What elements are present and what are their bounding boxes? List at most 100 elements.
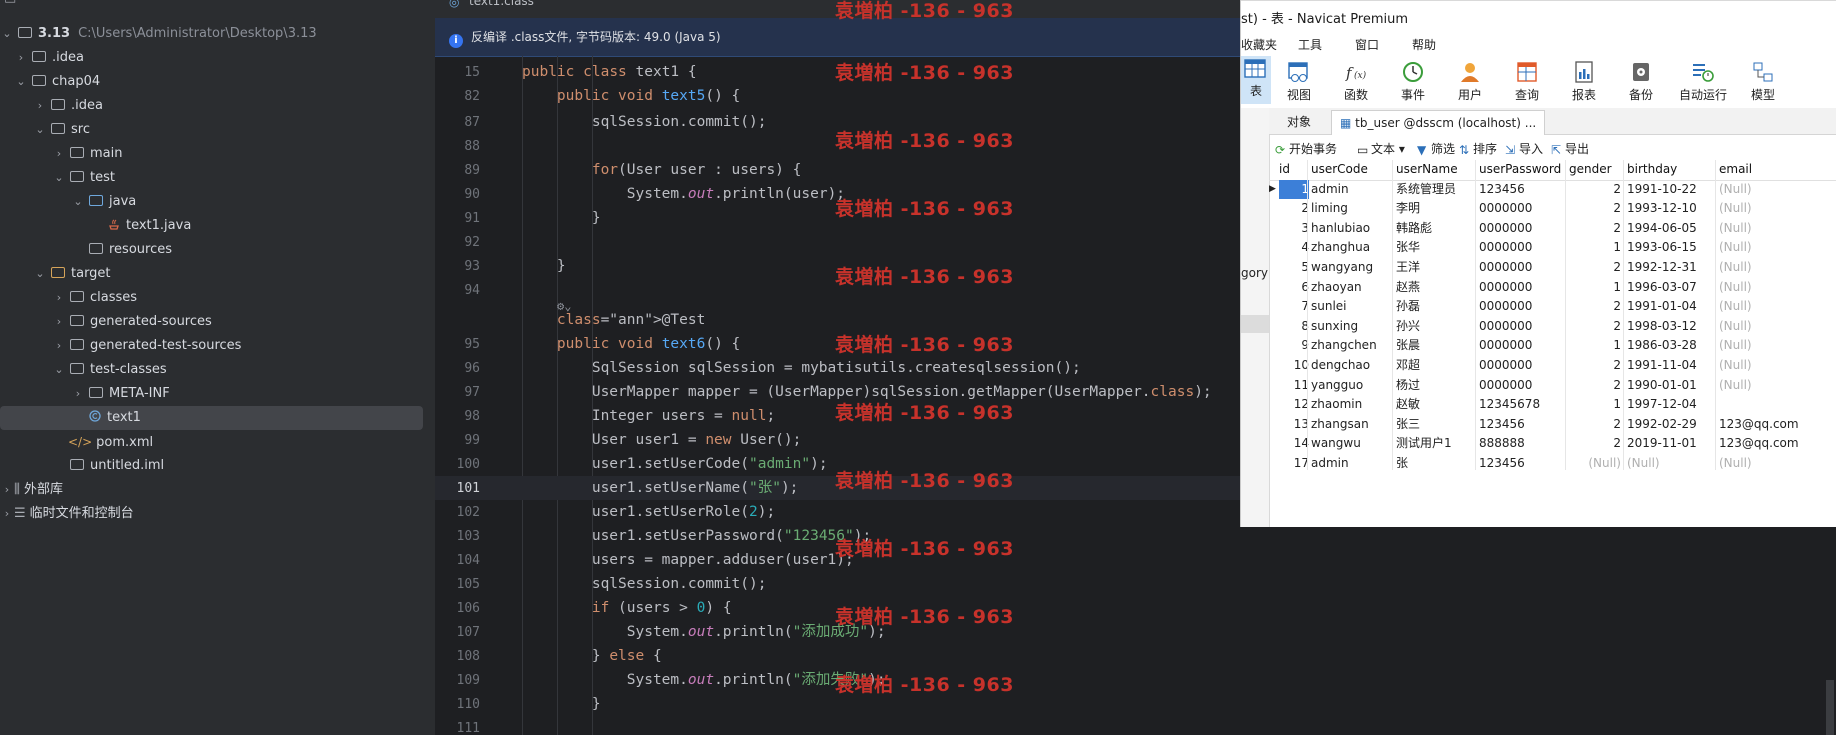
table-cell[interactable]: 6 <box>1279 278 1309 298</box>
chevron-right-icon[interactable]: › <box>0 502 14 526</box>
tree-item-classes[interactable]: › classes <box>0 286 435 310</box>
chevron-down-icon[interactable]: ⌄ <box>52 358 66 382</box>
table-cell[interactable]: hanlubiao <box>1311 219 1389 239</box>
tree-item-untitled-iml[interactable]: untitled.iml <box>0 454 435 478</box>
table-cell[interactable]: 0000000 <box>1479 376 1563 396</box>
chevron-down-icon[interactable]: ⌄ <box>33 262 47 286</box>
tree-item-text1-java[interactable]: text1.java <box>0 214 435 238</box>
table-cell[interactable]: 孙兴 <box>1396 317 1472 337</box>
table-cell[interactable]: 0000000 <box>1479 199 1563 219</box>
table-cell[interactable]: 张三 <box>1396 415 1472 435</box>
table-cell[interactable]: 赵燕 <box>1396 278 1472 298</box>
column-header[interactable]: id <box>1279 160 1309 180</box>
table-cell[interactable]: (Null) <box>1719 317 1825 337</box>
table-cell[interactable]: (Null) <box>1719 376 1825 396</box>
scrollbar[interactable] <box>1826 680 1834 735</box>
chevron-down-icon[interactable]: ⌄ <box>14 70 28 94</box>
toolbar-backup[interactable]: 备份 <box>1615 60 1667 103</box>
table-cell[interactable]: 1 <box>1279 179 1309 200</box>
menu-favorites[interactable]: 收藏夹 <box>1241 34 1277 56</box>
import-button[interactable]: ⇲ 导入 <box>1505 138 1543 160</box>
table-cell[interactable]: 张晨 <box>1396 336 1472 356</box>
column-header[interactable]: gender <box>1569 160 1625 180</box>
table-cell[interactable]: 1992-02-29 <box>1627 415 1711 435</box>
chevron-right-icon[interactable]: › <box>52 286 66 310</box>
table-cell[interactable]: 孙磊 <box>1396 297 1472 317</box>
table-cell[interactable]: sunxing <box>1311 317 1389 337</box>
chevron-right-icon[interactable]: › <box>71 382 85 406</box>
code-line[interactable]: 96 SqlSession sqlSession = mybatisutils.… <box>435 356 1240 380</box>
table-cell[interactable]: 张华 <box>1396 238 1472 258</box>
tree-item-text1-class[interactable]: text1 <box>0 406 423 430</box>
begin-transaction-button[interactable]: ⟳ 开始事务 <box>1275 138 1337 160</box>
code-line[interactable]: 105 sqlSession.commit(); <box>435 572 1240 596</box>
table-cell[interactable]: 2 <box>1569 219 1621 239</box>
table-cell[interactable]: sunlei <box>1311 297 1389 317</box>
tree-item-main[interactable]: › main <box>0 142 435 166</box>
table-cell[interactable]: 123@qq.com <box>1719 415 1825 435</box>
tab-objects[interactable]: 对象 <box>1279 110 1319 134</box>
table-cell[interactable]: 测试用户1 <box>1396 434 1472 454</box>
table-cell[interactable]: 123456 <box>1479 180 1563 200</box>
table-row[interactable]: 9 zhangchen 张晨 0000000 1 1986-03-28 (Null) <box>1269 336 1836 356</box>
toolbar-table[interactable]: 表 <box>1241 56 1271 104</box>
tree-item-generated-test-sources[interactable]: › generated-test-sources <box>0 334 435 358</box>
table-cell[interactable]: 1986-03-28 <box>1627 336 1711 356</box>
code-line[interactable]: 92 <box>435 230 1240 254</box>
table-cell[interactable]: 12 <box>1279 395 1309 415</box>
table-cell[interactable]: 1993-12-10 <box>1627 199 1711 219</box>
table-cell[interactable]: 0000000 <box>1479 219 1563 239</box>
table-row[interactable]: 13 zhangsan 张三 123456 2 1992-02-29 123@qq.com <box>1269 415 1836 435</box>
column-header[interactable]: userCode <box>1311 160 1393 180</box>
tab-table-tb-user[interactable]: ▦ tb_user @dsscm (localhost) ... <box>1331 110 1546 135</box>
table-cell[interactable]: (Null) <box>1719 297 1825 317</box>
table-cell[interactable]: 李明 <box>1396 199 1472 219</box>
table-cell[interactable]: 14 <box>1279 434 1309 454</box>
table-cell[interactable]: 9 <box>1279 336 1309 356</box>
tree-item-chap04[interactable]: ⌄ chap04 <box>0 70 435 94</box>
table-cell[interactable]: wangwu <box>1311 434 1389 454</box>
tree-item-pom[interactable]: </> pom.xml <box>0 430 435 454</box>
column-header[interactable]: userName <box>1396 160 1476 180</box>
table-cell[interactable]: 12345678 <box>1479 395 1563 415</box>
toolbar-model[interactable]: 模型 <box>1737 60 1789 103</box>
table-row[interactable]: ▶ 1 admin 系统管理员 123456 2 1991-10-22 (Null) <box>1269 179 1836 200</box>
table-cell[interactable]: 0000000 <box>1479 356 1563 376</box>
table-cell[interactable]: admin <box>1311 454 1389 474</box>
table-cell[interactable]: 0000000 <box>1479 297 1563 317</box>
column-header[interactable]: userPassword <box>1479 160 1567 180</box>
code-line[interactable]: 82 public void text5() { <box>435 84 1240 108</box>
table-cell[interactable]: 1 <box>1569 278 1621 298</box>
table-cell[interactable]: 1998-03-12 <box>1627 317 1711 337</box>
chevron-down-icon[interactable]: ⌄ <box>52 166 66 190</box>
tree-item-target[interactable]: ⌄ target <box>0 262 435 286</box>
table-cell[interactable]: 123456 <box>1479 454 1563 474</box>
table-cell[interactable]: zhangchen <box>1311 336 1389 356</box>
toolbar-report[interactable]: 报表 <box>1558 60 1610 103</box>
table-cell[interactable]: 7 <box>1279 297 1309 317</box>
table-row[interactable]: 17 admin 张 123456 (Null) (Null) (Null) <box>1269 454 1836 474</box>
table-cell[interactable]: 0000000 <box>1479 317 1563 337</box>
table-cell[interactable]: 123456 <box>1479 415 1563 435</box>
toolbar-query[interactable]: 查询 <box>1501 60 1553 103</box>
table-cell[interactable]: (Null) <box>1719 356 1825 376</box>
tree-item-meta-inf[interactable]: › META-INF <box>0 382 435 406</box>
tree-item-resources[interactable]: resources <box>0 238 435 262</box>
table-cell[interactable]: 17 <box>1279 454 1309 474</box>
table-cell[interactable]: 1991-01-04 <box>1627 297 1711 317</box>
table-cell[interactable]: 8 <box>1279 317 1309 337</box>
table-cell[interactable]: 13 <box>1279 415 1309 435</box>
table-row[interactable]: 8 sunxing 孙兴 0000000 2 1998-03-12 (Null) <box>1269 317 1836 337</box>
table-cell[interactable]: 1 <box>1569 238 1621 258</box>
table-cell[interactable]: 系统管理员 <box>1396 180 1472 200</box>
code-line[interactable]: 89 for(User user : users) { <box>435 158 1240 182</box>
chevron-down-icon[interactable]: ⌄ <box>0 22 14 46</box>
table-cell[interactable]: 11 <box>1279 376 1309 396</box>
table-cell[interactable]: 0000000 <box>1479 258 1563 278</box>
toolbar-user[interactable]: 用户 <box>1444 60 1496 103</box>
table-row[interactable]: 7 sunlei 孙磊 0000000 2 1991-01-04 (Null) <box>1269 297 1836 317</box>
table-cell[interactable]: zhangsan <box>1311 415 1389 435</box>
table-cell[interactable]: 张 <box>1396 454 1472 474</box>
toolbar-function[interactable]: f (x) 函数 <box>1330 60 1382 103</box>
table-row[interactable]: 6 zhaoyan 赵燕 0000000 1 1996-03-07 (Null) <box>1269 278 1836 298</box>
